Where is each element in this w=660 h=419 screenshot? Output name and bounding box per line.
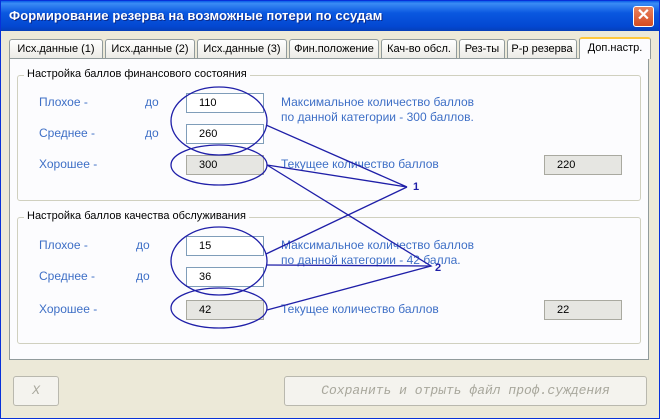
annotation-ellipse-financial-good bbox=[170, 144, 268, 186]
annotation-ellipse-service-good bbox=[170, 287, 268, 329]
save-open-file-button[interactable]: Сохранить и отрыть файл проф.суждения bbox=[284, 376, 647, 406]
annotation-marker-1: 1 bbox=[413, 181, 419, 193]
annotation-ellipse-service-inputs bbox=[170, 226, 268, 296]
annotation-line-1b bbox=[265, 186, 408, 255]
close-form-button[interactable]: X bbox=[13, 376, 59, 406]
tab-extra-settings[interactable]: Доп.настр. bbox=[579, 37, 651, 59]
main-window: Формирование резерва на возможные потери… bbox=[0, 0, 660, 419]
annotation-overlay: 1 2 bbox=[170, 86, 441, 329]
annotation-marker-2: 2 bbox=[435, 262, 441, 274]
annotation-line-2b bbox=[266, 264, 432, 267]
